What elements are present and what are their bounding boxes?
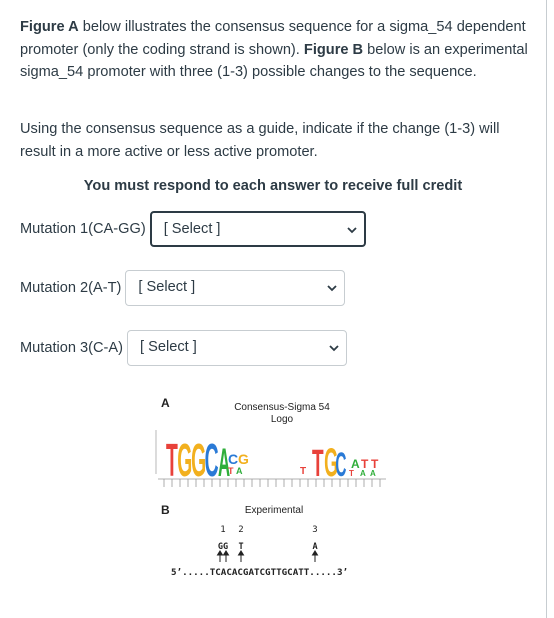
mutation-mark-2: 2 xyxy=(238,525,243,535)
panel-b-label: B xyxy=(161,503,170,517)
mutation-1-selected-value: [ Select ] xyxy=(163,221,221,237)
figure-b-ref: Figure B xyxy=(303,41,364,58)
mutation-1-row: Mutation 1(CA-GG) [ Select ] xyxy=(20,211,366,247)
logo-letter-T: T xyxy=(228,466,234,476)
mutation-3-row: Mutation 3(C-A) [ Select ] xyxy=(20,330,347,366)
sequence-logo: T G G C A C G T A T T G C A T T T A A xyxy=(155,430,386,487)
mutation-2-select[interactable]: [ Select ] xyxy=(125,270,346,306)
experimental-label: Experimental xyxy=(245,505,303,516)
chevron-down-icon xyxy=(347,227,357,234)
mutation-1-select[interactable]: [ Select ] xyxy=(149,211,366,247)
logo-title: Consensus-Sigma 54 xyxy=(234,402,330,413)
logo-letter-T: T xyxy=(312,443,324,485)
credit-notice: You must respond to each answer to recei… xyxy=(83,178,463,194)
logo-letter-C: C xyxy=(335,445,346,484)
logo-letter-G: G xyxy=(238,451,249,467)
mutation-change-1: GG xyxy=(218,542,228,552)
mutation-2-label: Mutation 2(A-T) xyxy=(20,280,122,296)
mutation-mark-1: 1 xyxy=(220,525,225,535)
logo-letter-T: T xyxy=(349,469,354,478)
mutation-2-row: Mutation 2(A-T) [ Select ] xyxy=(20,270,346,306)
panel-a-label: A xyxy=(161,396,170,410)
mutation-2-selected-value: [ Select ] xyxy=(138,279,196,295)
mutation-3-select[interactable]: [ Select ] xyxy=(127,330,347,366)
chevron-down-icon xyxy=(327,285,338,292)
mutation-3-selected-value: [ Select ] xyxy=(140,339,197,355)
mutation-arrows xyxy=(216,550,319,562)
logo-letter-A: A xyxy=(370,469,376,478)
logo-subtitle: Logo xyxy=(271,414,294,425)
mutation-3-label: Mutation 3(C-A) xyxy=(20,340,123,356)
question-paragraph-2: Using the consensus sequence as a guide,… xyxy=(20,121,500,160)
logo-letter-A: A xyxy=(360,469,366,478)
mutation-mark-3: 3 xyxy=(312,525,317,535)
mutation-1-label: Mutation 1(CA-GG) xyxy=(20,221,146,237)
quiz-question-panel: Figure A below illustrates the consensus… xyxy=(0,0,547,618)
experimental-sequence: 5’.....TCACACGATCGTTGCATT.....3’ xyxy=(171,567,348,578)
chevron-down-icon xyxy=(329,345,339,352)
promoter-figure: A Consensus-Sigma 54 Logo T G G C A C G … xyxy=(155,396,386,578)
question-paragraph-1: Figure A below illustrates the consensus… xyxy=(20,16,530,84)
logo-letter-A: A xyxy=(236,466,243,476)
logo-letter-T: T xyxy=(300,466,306,477)
figure-a-ref: Figure A xyxy=(20,19,79,35)
logo-letter-C: C xyxy=(228,451,238,467)
